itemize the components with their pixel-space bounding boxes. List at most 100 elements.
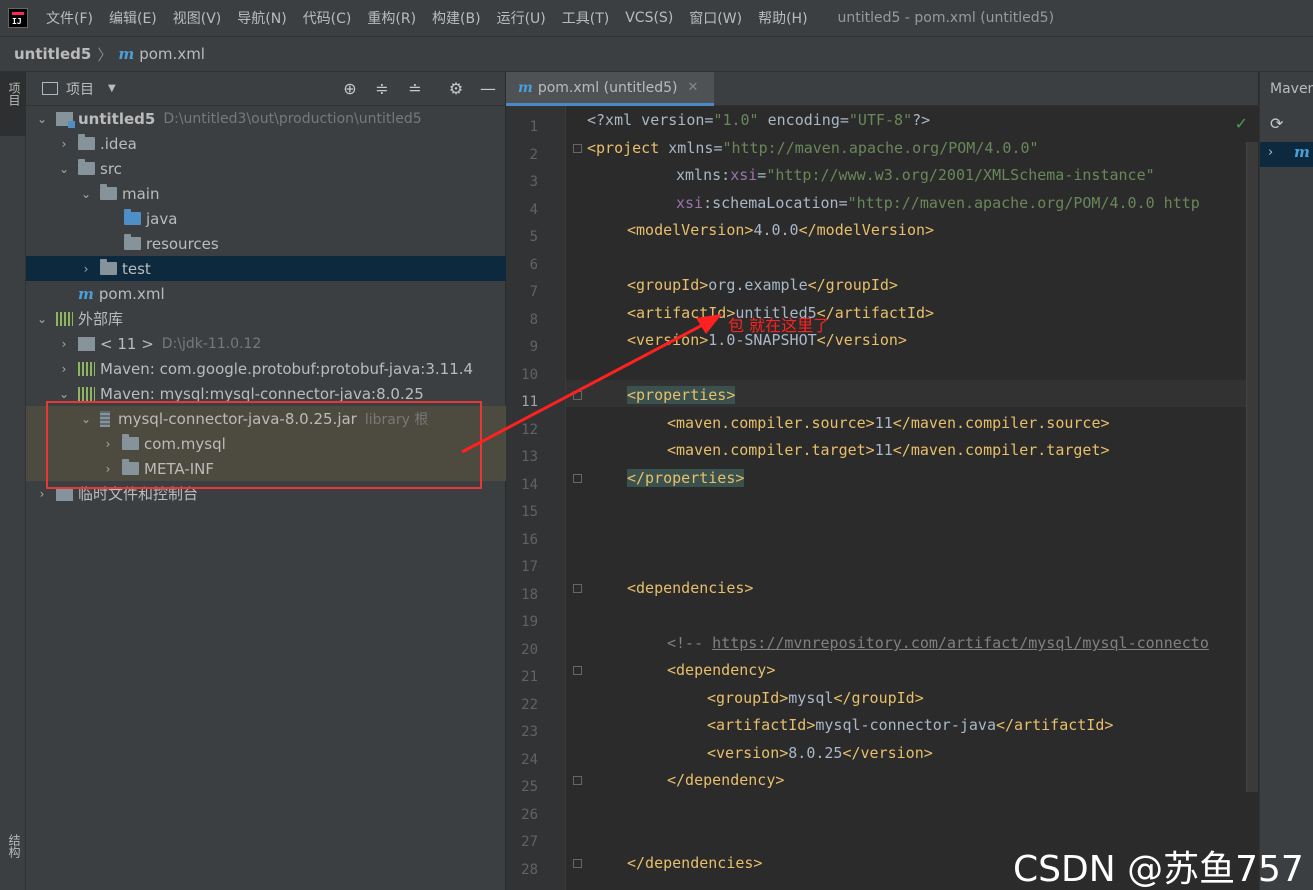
fold-marker-icon[interactable] [573, 474, 582, 483]
code-line[interactable]: <groupId>org.example</groupId> [627, 275, 898, 295]
code-line[interactable]: <dependency> [667, 660, 775, 680]
maven-file-icon: m [78, 284, 94, 303]
tree-item-untitled5[interactable]: ⌄ untitled5 D:\untitled3\out\production\… [26, 106, 506, 131]
code-line[interactable]: xsi:schemaLocation="http://maven.apache.… [676, 193, 1200, 213]
maven-panel-title[interactable]: Maven [1270, 81, 1313, 97]
line-number: 6 [529, 256, 538, 273]
tree-item-src[interactable]: ⌄ src [26, 156, 506, 181]
line-number: 16 [521, 531, 538, 548]
menu-run[interactable]: 运行(U) [489, 8, 554, 28]
vertical-scrollbar[interactable] [1246, 142, 1258, 792]
code-line[interactable]: </properties> [627, 468, 745, 488]
fold-marker-icon[interactable] [573, 666, 582, 675]
menu-edit[interactable]: 编辑(E) [101, 8, 165, 28]
chevron-down-icon[interactable]: ⌄ [34, 312, 50, 326]
structure-tool-button[interactable]: 结构 [6, 834, 23, 858]
code-line[interactable]: <project xmlns="http://maven.apache.org/… [587, 138, 1039, 158]
menu-view[interactable]: 视图(V) [165, 8, 230, 28]
source-folder-icon [124, 209, 141, 225]
code-line[interactable]: <maven.compiler.target>11</maven.compile… [667, 440, 1110, 460]
chevron-right-icon[interactable]: › [56, 337, 72, 351]
chevron-down-icon[interactable]: ⌄ [78, 187, 94, 201]
maven-project-row[interactable]: › m [1260, 142, 1313, 167]
chevron-down-icon[interactable]: ⌄ [56, 162, 72, 176]
line-number: 20 [521, 641, 538, 658]
fold-marker-icon[interactable] [573, 776, 582, 785]
line-number: 7 [529, 284, 538, 300]
code-line[interactable]: <modelVersion>4.0.0</modelVersion> [627, 220, 934, 240]
fold-marker-icon[interactable] [573, 584, 582, 593]
code-line[interactable]: <properties> [627, 385, 736, 405]
chevron-down-icon[interactable]: ⌄ [34, 112, 50, 126]
locate-icon[interactable]: ⊕ [340, 79, 360, 99]
expand-all-icon[interactable]: ≑ [372, 79, 392, 99]
tree-item-external-libraries[interactable]: ⌄ 外部库 [26, 306, 506, 331]
fold-marker-icon[interactable] [573, 144, 582, 153]
tree-item-protobuf[interactable]: › Maven: com.google.protobuf:protobuf-ja… [26, 356, 506, 381]
tree-item-pom-xml[interactable]: m pom.xml [26, 281, 506, 306]
menu-tools[interactable]: 工具(T) [554, 8, 617, 28]
chevron-right-icon[interactable]: › [56, 362, 72, 376]
chevron-right-icon[interactable]: › [56, 137, 72, 151]
minimize-icon[interactable]: — [478, 79, 498, 99]
tree-item-label: test [122, 259, 151, 278]
tree-item-idea[interactable]: › .idea [26, 131, 506, 156]
tree-item-label: main [122, 184, 160, 203]
chevron-down-icon[interactable]: ⌄ [56, 387, 72, 401]
code-line[interactable]: <dependencies> [627, 578, 753, 598]
library-icon [56, 311, 73, 326]
tree-item-label: 外部库 [78, 310, 124, 328]
menu-navigate[interactable]: 导航(N) [229, 8, 294, 28]
project-tool-label: 项目 [7, 82, 21, 106]
window-title: untitled5 - pom.xml (untitled5) [837, 10, 1055, 26]
tree-item-jdk[interactable]: › < 11 > D:\jdk-11.0.12 [26, 331, 506, 356]
library-icon [78, 386, 95, 401]
gear-icon[interactable]: ⚙ [446, 79, 466, 99]
code-line[interactable]: <groupId>mysql</groupId> [707, 688, 924, 708]
breadcrumb-file[interactable]: pom.xml [139, 45, 205, 63]
intellij-logo-icon [8, 8, 28, 28]
fold-marker-icon[interactable] [573, 391, 582, 400]
project-view-selector[interactable]: 项目 [66, 79, 94, 99]
code-line[interactable]: <version>8.0.25</version> [707, 743, 933, 763]
collapse-all-icon[interactable]: ≐ [405, 79, 425, 99]
menu-code[interactable]: 代码(C) [295, 8, 360, 28]
folder-icon [100, 184, 117, 200]
project-tool-button[interactable]: 项目 [0, 72, 26, 136]
menu-refactor[interactable]: 重构(R) [359, 8, 424, 28]
chevron-right-icon[interactable]: › [1268, 145, 1273, 160]
refresh-icon[interactable]: ⟳ [1270, 114, 1283, 133]
breadcrumb-project[interactable]: untitled5 [14, 45, 91, 63]
close-icon[interactable]: ✕ [687, 80, 698, 95]
menu-vcs[interactable]: VCS(S) [617, 10, 681, 26]
watermark: CSDN @苏鱼757 [1013, 849, 1304, 890]
no-problems-check-icon[interactable]: ✓ [1235, 114, 1248, 133]
tree-item-label: Maven: mysql:mysql-connector-java:8.0.25 [100, 384, 424, 403]
tree-item-resources[interactable]: resources [26, 231, 506, 256]
menu-help[interactable]: 帮助(H) [750, 8, 815, 28]
fold-marker-icon[interactable] [573, 859, 582, 868]
tree-item-label: Maven: com.google.protobuf:protobuf-java… [100, 359, 474, 378]
menu-file[interactable]: 文件(F) [38, 8, 101, 28]
code-line[interactable]: <maven.compiler.source>11</maven.compile… [667, 413, 1110, 433]
code-line[interactable]: </dependencies> [627, 853, 762, 873]
chevron-right-icon[interactable]: › [78, 262, 94, 276]
menu-build[interactable]: 构建(B) [424, 8, 489, 28]
code-line[interactable]: <?xml version="1.0" encoding="UTF-8"?> [587, 110, 930, 130]
code-line[interactable]: xmlns:xsi="http://www.w3.org/2001/XMLSch… [676, 165, 1155, 185]
line-number: 11 [521, 394, 538, 410]
menu-window[interactable]: 窗口(W) [681, 8, 750, 28]
tree-item-java[interactable]: java [26, 206, 506, 231]
line-number: 24 [521, 751, 538, 768]
code-line[interactable]: <!-- https://mvnrepository.com/artifact/… [667, 633, 1209, 653]
code-line[interactable]: <artifactId>mysql-connector-java</artifa… [707, 715, 1113, 735]
maven-file-icon: m [118, 45, 135, 63]
line-number: 26 [521, 806, 538, 823]
tree-item-test[interactable]: › test [26, 256, 506, 281]
line-number: 23 [521, 724, 538, 740]
chevron-down-icon[interactable]: ▼ [108, 83, 116, 94]
tab-pom-xml[interactable]: m pom.xml (untitled5) ✕ [506, 72, 714, 106]
code-line[interactable]: </dependency> [667, 770, 784, 790]
line-number: 21 [521, 669, 538, 685]
tree-item-main[interactable]: ⌄ main [26, 181, 506, 206]
